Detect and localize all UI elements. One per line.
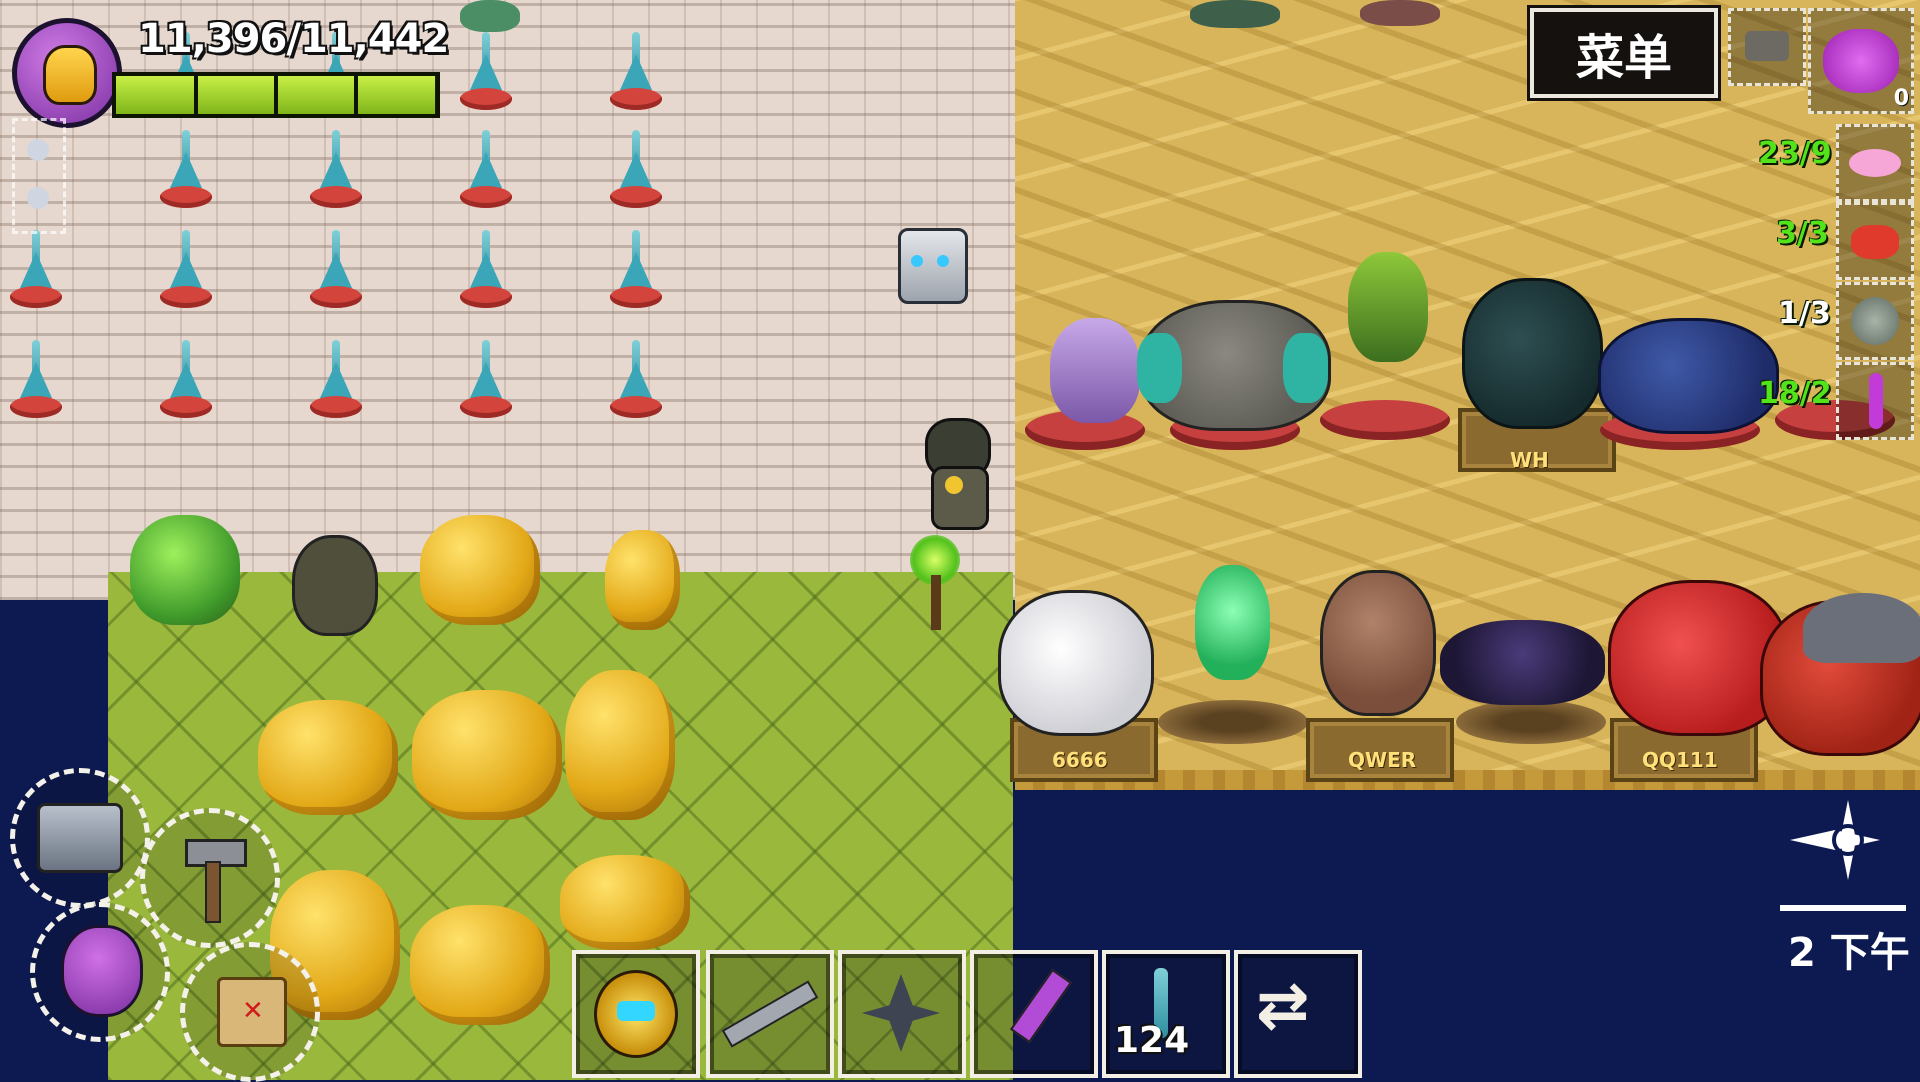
spike-plant[interactable] [156, 340, 216, 420]
helmet-mask-icon [43, 45, 97, 105]
wrench-tool-icon [721, 980, 819, 1048]
robot-eye-icon [911, 255, 923, 267]
menu-button[interactable]: 菜单 [1527, 5, 1721, 101]
spike-plant[interactable] [606, 340, 666, 420]
hero-ability-button[interactable] [30, 902, 170, 1042]
hero-portrait-icon [61, 925, 143, 1017]
purple-tentacle-icon [1869, 373, 1883, 429]
golden-owl-statue[interactable] [410, 905, 550, 1025]
green-pod-creature[interactable] [1348, 252, 1428, 362]
quota-item-slot[interactable] [1836, 282, 1914, 360]
spike-plant[interactable] [306, 130, 366, 210]
quota-item-slot[interactable] [1836, 202, 1914, 280]
status-effects-panel [12, 118, 66, 234]
creature-nest [1456, 700, 1606, 744]
map-tool-button[interactable]: ✕ [180, 942, 320, 1082]
spike-plant[interactable] [306, 340, 366, 420]
golden-pig-statue[interactable] [420, 515, 540, 625]
spike-plant[interactable] [6, 340, 66, 420]
pen-label-wh: WH [1510, 448, 1549, 472]
green-ghost-creature[interactable] [1195, 565, 1270, 680]
lamp-post-stem [931, 575, 941, 630]
pink-bean-icon [1849, 149, 1901, 177]
player-character[interactable] [905, 418, 1010, 538]
shrub-decoration [460, 0, 520, 32]
health-bar [112, 72, 440, 118]
spike-plant[interactable] [156, 230, 216, 310]
pet-slot-count: 0 [1893, 86, 1909, 111]
white-rhino-creature[interactable] [998, 590, 1154, 736]
purple-creature[interactable] [1050, 318, 1140, 423]
hotbar-item-count: 124 [1114, 1020, 1190, 1061]
hotbar-slot-5[interactable]: 124 [1102, 950, 1230, 1078]
golden-gem-orb-icon [594, 970, 678, 1058]
plant-pot-decoration [1190, 0, 1280, 28]
anvil-slot[interactable] [1728, 8, 1806, 86]
purple-torch-icon [1009, 968, 1073, 1044]
clock-divider [1780, 905, 1906, 911]
dark-creature-statue[interactable] [292, 535, 378, 636]
compass-icon[interactable] [1790, 800, 1880, 880]
health-text: 11,396/11,442 [138, 16, 449, 62]
purple-pet-icon [1823, 29, 1899, 93]
spike-plant[interactable] [606, 230, 666, 310]
hammer-tool-button[interactable] [140, 808, 280, 948]
device-scanner-icon [37, 803, 123, 873]
hero-portrait-avatar[interactable] [12, 18, 122, 128]
boulder-decoration [1360, 0, 1440, 26]
robot-companion[interactable] [898, 228, 968, 304]
golden-mushroom-statue[interactable] [560, 855, 690, 950]
pen-label-qwer: QWER [1348, 748, 1417, 772]
hotbar-slot-3[interactable] [838, 950, 966, 1078]
dark-teal-creature[interactable] [1462, 278, 1603, 429]
spike-plant[interactable] [606, 32, 666, 112]
pen-label-6666: 6666 [1052, 748, 1108, 772]
creature-nest [1158, 700, 1308, 744]
golden-boulder-statue[interactable] [412, 690, 562, 820]
quota-item-slot[interactable] [1836, 362, 1914, 440]
spike-plant[interactable] [456, 130, 516, 210]
hotbar-slot-1[interactable] [572, 950, 700, 1078]
quota-text: 18/2 [1758, 376, 1832, 411]
spike-plant[interactable] [6, 230, 66, 310]
spike-plant[interactable] [606, 130, 666, 210]
spike-plant[interactable] [456, 340, 516, 420]
robot-eye-icon [937, 255, 949, 267]
hotbar-slot-2[interactable] [706, 950, 834, 1078]
stone-golem-creature[interactable] [1137, 300, 1331, 431]
scanner-tool-button[interactable] [10, 768, 150, 908]
quota-item-slot[interactable] [1836, 124, 1914, 202]
buff-icon [27, 139, 49, 161]
pet-slot[interactable]: 0 [1808, 8, 1914, 114]
time-of-day-text: 2 下午 [1788, 930, 1910, 976]
bird-skeleton-icon [862, 974, 940, 1052]
red-hermit-creature[interactable] [1760, 593, 1920, 756]
buff-icon [27, 187, 49, 209]
golden-crab-statue[interactable] [258, 700, 398, 815]
hotbar-slot-4[interactable] [970, 950, 1098, 1078]
spike-plant[interactable] [156, 130, 216, 210]
hotbar-swap-button[interactable]: ⇄ [1234, 950, 1362, 1078]
purple-bat-creature[interactable] [1440, 620, 1605, 705]
anvil-icon [1745, 31, 1789, 61]
pen-label-qq111: QQ111 [1642, 748, 1718, 772]
golden-wrapped-statue[interactable] [565, 670, 675, 820]
quota-text: 1/3 [1778, 296, 1831, 331]
red-crystal-icon [1851, 225, 1899, 259]
treasure-map-icon: ✕ [217, 977, 287, 1047]
quota-text: 23/9 [1758, 136, 1832, 171]
golden-cat-statue[interactable] [605, 530, 680, 630]
blue-slug-creature[interactable] [1598, 318, 1779, 434]
green-brain-statue[interactable] [130, 515, 240, 625]
spotted-egg-icon [1851, 297, 1899, 345]
quota-text: 3/3 [1776, 216, 1829, 251]
swap-arrows-icon: ⇄ [1256, 969, 1310, 1043]
spike-plant[interactable] [456, 230, 516, 310]
spike-plant[interactable] [306, 230, 366, 310]
red-pedestal [1320, 400, 1450, 440]
spike-plant[interactable] [456, 32, 516, 112]
brown-octopus-creature[interactable] [1320, 570, 1436, 716]
